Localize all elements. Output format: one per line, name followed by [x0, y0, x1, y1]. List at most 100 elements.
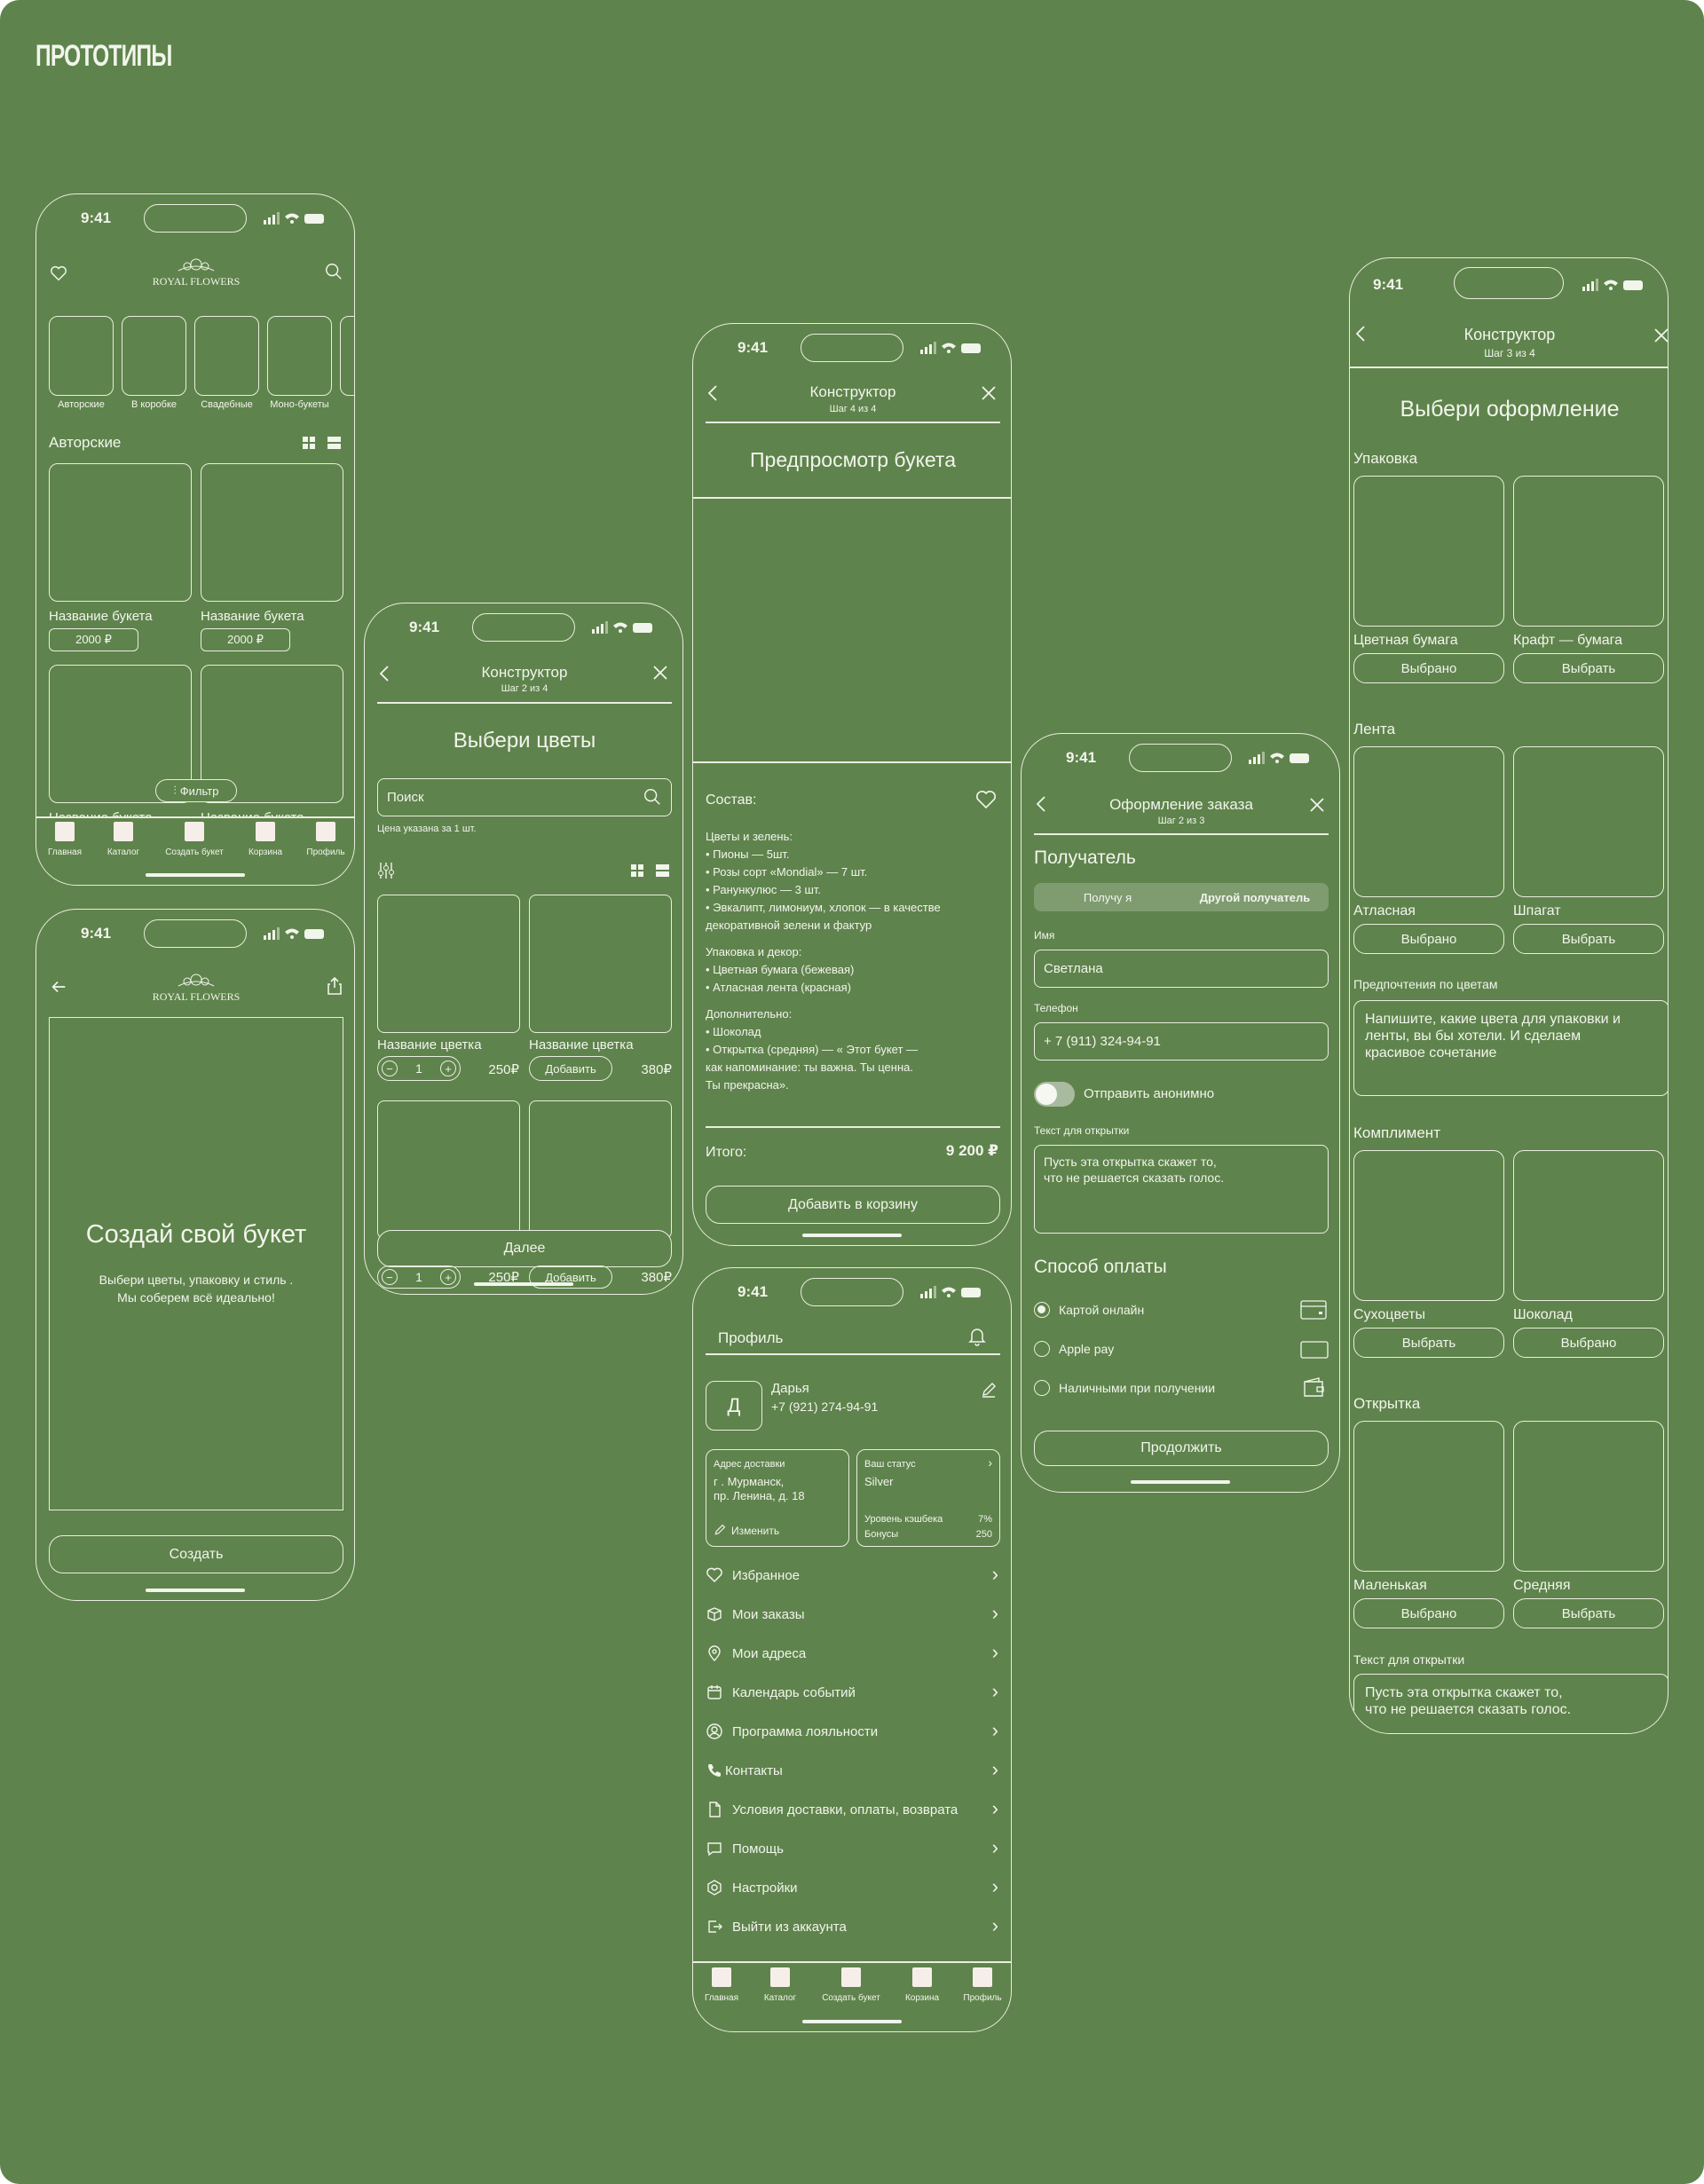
tab-2-icon[interactable] — [185, 822, 204, 841]
heart-icon[interactable] — [975, 790, 997, 809]
continue-button[interactable]: Продолжить — [1034, 1431, 1329, 1466]
plus-icon[interactable]: + — [439, 1060, 456, 1076]
tab-4-icon[interactable] — [973, 1967, 992, 1987]
tab-label[interactable]: Каталог — [745, 1993, 816, 2003]
next-button[interactable]: Далее — [377, 1230, 672, 1267]
select-button[interactable]: Выбрать — [1513, 924, 1664, 954]
option-card-image[interactable] — [1513, 476, 1664, 627]
option-card-image[interactable] — [1353, 1421, 1504, 1572]
radio-cash[interactable] — [1034, 1380, 1050, 1396]
profile-menu-item[interactable]: Помощь › — [706, 1834, 1000, 1863]
product-price[interactable]: 2000 ₽ — [49, 628, 138, 651]
flower-card-image[interactable] — [529, 895, 672, 1033]
product-card-image[interactable] — [201, 463, 343, 602]
share-icon[interactable] — [326, 976, 343, 996]
flower-card-image[interactable] — [377, 895, 520, 1033]
address-card[interactable]: Адрес доставки г . Мурманск, пр. Ленина,… — [706, 1449, 849, 1547]
close-icon[interactable] — [981, 385, 997, 401]
tab-2-icon[interactable] — [841, 1967, 861, 1987]
minus-icon[interactable]: − — [382, 1060, 398, 1076]
radio-card-online[interactable] — [1034, 1302, 1050, 1318]
option-card-image[interactable] — [1353, 746, 1504, 897]
segment-other[interactable]: Другой получатель — [1181, 891, 1329, 904]
profile-menu-item[interactable]: Программа лояльности › — [706, 1717, 1000, 1746]
tab-label[interactable]: Каталог — [88, 848, 159, 857]
category-tile[interactable] — [340, 316, 354, 396]
bell-icon[interactable] — [968, 1327, 986, 1346]
tab-4-icon[interactable] — [316, 822, 335, 841]
search-input[interactable]: Поиск — [377, 778, 672, 816]
sliders-icon[interactable] — [377, 863, 395, 879]
list-view-icon[interactable] — [656, 864, 669, 877]
select-button[interactable]: Выбрать — [1513, 1598, 1664, 1628]
tab-0-icon[interactable] — [712, 1967, 731, 1987]
tab-3-icon[interactable] — [256, 822, 275, 841]
selected-button[interactable]: Выбрано — [1353, 653, 1504, 683]
category-tile[interactable] — [122, 316, 186, 396]
option-card-image[interactable] — [1513, 1421, 1664, 1572]
profile-menu-item[interactable]: Контакты › — [706, 1756, 1000, 1785]
select-button[interactable]: Выбрать — [1513, 653, 1664, 683]
search-icon[interactable] — [324, 262, 343, 281]
search-icon[interactable] — [643, 787, 662, 807]
profile-menu-item[interactable]: Календарь событий › — [706, 1678, 1000, 1707]
tab-0-icon[interactable] — [55, 822, 75, 841]
close-icon[interactable] — [1653, 327, 1668, 343]
close-icon[interactable] — [1309, 797, 1325, 813]
tab-3-icon[interactable] — [912, 1967, 932, 1987]
profile-menu-item[interactable]: Условия доставки, оплаты, возврата › — [706, 1795, 1000, 1824]
edit-icon[interactable] — [981, 1382, 997, 1398]
option-card-image[interactable] — [1353, 1150, 1504, 1301]
selected-button[interactable]: Выбрано — [1353, 924, 1504, 954]
grid-view-icon[interactable] — [303, 437, 315, 449]
segment-me[interactable]: Получу я — [1034, 891, 1181, 904]
create-button[interactable]: Создать — [49, 1535, 343, 1573]
anonymous-toggle[interactable] — [1034, 1082, 1075, 1107]
product-card-image[interactable] — [49, 463, 192, 602]
avatar[interactable]: Д — [706, 1381, 762, 1431]
tab-1-icon[interactable] — [770, 1967, 790, 1987]
filter-button[interactable]: ⫶ Фильтр — [155, 779, 237, 802]
add-flower-button[interactable]: Добавить — [529, 1056, 612, 1081]
selected-button[interactable]: Выбрано — [1513, 1328, 1664, 1358]
loyalty-status-card[interactable]: Ваш статус › Silver Уровень кэшбека 7% Б… — [856, 1449, 1000, 1547]
plus-icon[interactable]: + — [439, 1269, 456, 1285]
category-tile[interactable] — [49, 316, 114, 396]
tab-label[interactable]: Создать букет — [159, 848, 230, 857]
selected-button[interactable]: Выбрано — [1353, 1598, 1504, 1628]
add-to-cart-button[interactable]: Добавить в корзину — [706, 1186, 1000, 1224]
profile-menu-item[interactable]: Мои заказы › — [706, 1600, 1000, 1628]
flower-card-image[interactable] — [377, 1100, 520, 1239]
name-field[interactable]: Светлана — [1034, 950, 1329, 988]
flower-card-image[interactable] — [529, 1100, 672, 1239]
category-tile[interactable] — [267, 316, 332, 396]
list-view-icon[interactable] — [327, 437, 341, 449]
profile-menu-item[interactable]: Мои адреса › — [706, 1639, 1000, 1668]
close-icon[interactable] — [652, 665, 668, 681]
option-card-image[interactable] — [1513, 746, 1664, 897]
change-address-link[interactable]: Изменить — [731, 1525, 779, 1537]
color-preferences-field[interactable]: Напишите, какие цвета для упаковки и лент… — [1353, 1000, 1668, 1096]
phone-field[interactable]: + 7 (911) 324-94-91 — [1034, 1022, 1329, 1060]
tab-label[interactable]: Создать букет — [816, 1993, 887, 2003]
tab-label[interactable]: Профиль — [947, 1993, 1011, 2003]
card-text-field[interactable]: Пусть эта открытка скажет то, что не реша… — [1353, 1674, 1668, 1733]
product-price[interactable]: 2000 ₽ — [201, 628, 290, 651]
option-card-image[interactable] — [1353, 476, 1504, 627]
profile-menu-item[interactable]: Выйти из аккаунта › — [706, 1912, 1000, 1941]
tab-1-icon[interactable] — [114, 822, 133, 841]
grid-view-icon[interactable] — [631, 864, 643, 877]
quantity-stepper[interactable]: − 1 + — [377, 1056, 461, 1081]
card-text-field[interactable]: Пусть эта открытка скажет то, что не реш… — [1034, 1145, 1329, 1234]
select-button[interactable]: Выбрать — [1353, 1328, 1504, 1358]
radio-apple-pay[interactable] — [1034, 1341, 1050, 1357]
profile-menu-item[interactable]: Настройки › — [706, 1873, 1000, 1902]
recipient-segmented-control[interactable]: Получу я Другой получатель — [1034, 883, 1329, 911]
category-tile[interactable] — [194, 316, 259, 396]
minus-icon[interactable]: − — [382, 1269, 398, 1285]
quantity-stepper[interactable]: − 1 + — [377, 1265, 461, 1289]
edit-icon[interactable] — [714, 1524, 726, 1536]
option-card-image[interactable] — [1513, 1150, 1664, 1301]
tab-label[interactable]: Профиль — [290, 848, 354, 857]
profile-menu-item[interactable]: Избранное › — [706, 1561, 1000, 1589]
